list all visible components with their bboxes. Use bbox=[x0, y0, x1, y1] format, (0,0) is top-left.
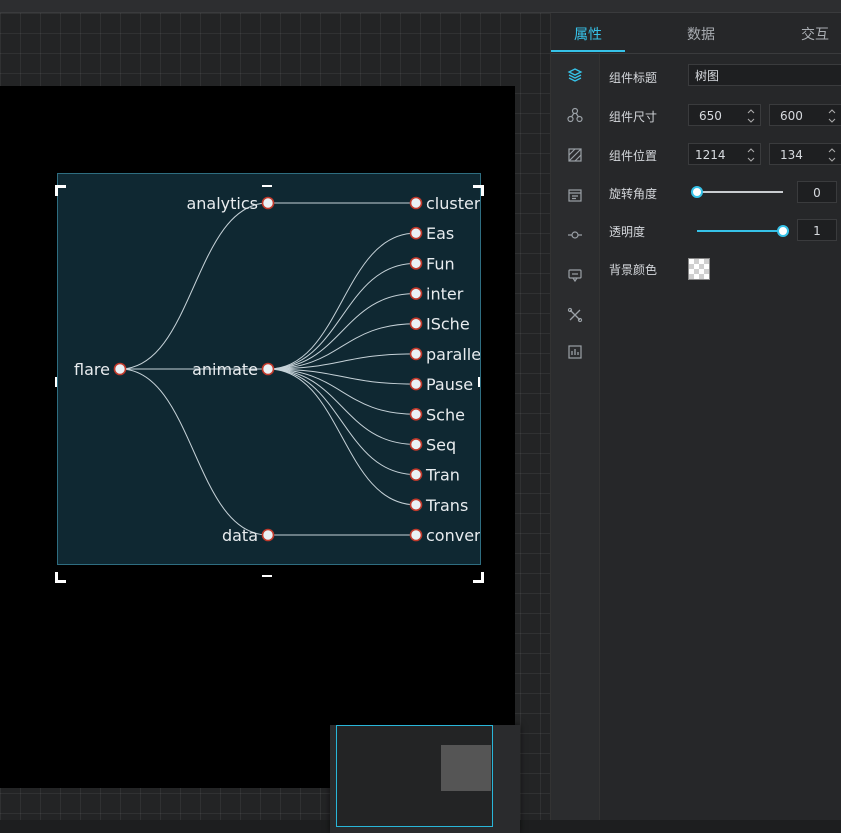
properties-panel: 属性 数据 交互 组件标题 树图 组件尺寸 650 600 组件位置 1214 … bbox=[550, 13, 841, 820]
resize-handle-right[interactable] bbox=[478, 377, 480, 387]
tree-branch-data-label: data bbox=[222, 526, 258, 545]
chart-icon[interactable] bbox=[567, 344, 583, 360]
tab-data[interactable]: 数据 bbox=[687, 24, 715, 44]
tools-icon[interactable] bbox=[567, 307, 583, 323]
tree-leaf-tran-node[interactable] bbox=[409, 468, 423, 481]
tree-leaf-sche-label: Sche bbox=[426, 405, 465, 424]
tree-leaf-parallel-node[interactable] bbox=[409, 347, 423, 361]
icon-rail bbox=[551, 54, 600, 820]
bg-color-label: 背景颜色 bbox=[609, 263, 658, 277]
link-animate-inter bbox=[267, 293, 417, 370]
tree-leaf-eas-node[interactable] bbox=[409, 226, 423, 240]
tree-leaf-seq-node[interactable] bbox=[409, 438, 423, 451]
tree-leaf-trans-node[interactable] bbox=[409, 498, 423, 512]
tree-leaf-ische-node[interactable] bbox=[409, 317, 423, 331]
rotation-input[interactable]: 0 bbox=[797, 181, 837, 203]
tree-leaf-sche-node[interactable] bbox=[409, 407, 423, 421]
tree-leaf-trans-label: Trans bbox=[425, 496, 468, 515]
tree-branch-animate-label: animate bbox=[192, 360, 258, 379]
tab-properties[interactable]: 属性 bbox=[574, 24, 602, 44]
tree-leaf-cluster-label: cluster bbox=[426, 194, 480, 213]
tree-leaf-pause-node[interactable] bbox=[409, 377, 423, 391]
width-input[interactable]: 650 bbox=[688, 104, 761, 126]
pos-x-spinner-icon[interactable] bbox=[746, 145, 756, 165]
canvas-workspace[interactable]: flare analytics animate data cluster Eas Fun in… bbox=[0, 13, 550, 833]
pos-x-value: 1214 bbox=[695, 148, 726, 162]
height-spinner-icon[interactable] bbox=[827, 106, 837, 126]
link-root-analytics bbox=[119, 202, 269, 370]
tree-leaf-inter-label: inter bbox=[426, 285, 464, 304]
title-input[interactable]: 树图 bbox=[688, 64, 841, 86]
link-animate-Trans bbox=[267, 368, 417, 506]
tree-leaf-conver-node[interactable] bbox=[409, 528, 423, 542]
height-input[interactable]: 600 bbox=[769, 104, 841, 126]
minimap-viewport[interactable] bbox=[336, 725, 493, 827]
tooltip-icon[interactable] bbox=[567, 267, 583, 283]
texture-icon[interactable] bbox=[567, 147, 583, 163]
resize-handle-bottom[interactable] bbox=[262, 575, 272, 577]
resize-handle-top-right[interactable] bbox=[473, 185, 484, 196]
link-animate-ISche bbox=[267, 323, 417, 370]
tree-leaf-inter-node[interactable] bbox=[409, 287, 423, 300]
tab-underline bbox=[551, 50, 625, 52]
tree-chart: flare analytics animate data cluster Eas Fun in… bbox=[74, 194, 480, 545]
tree-leaf-tran-label: Tran bbox=[425, 466, 460, 485]
pos-y-spinner-icon[interactable] bbox=[827, 145, 837, 165]
rotation-slider[interactable] bbox=[691, 186, 783, 198]
link-animate-Fun bbox=[267, 262, 417, 370]
link-animate-Tran bbox=[267, 368, 417, 476]
tree-leaf-conver-label: conver bbox=[426, 526, 480, 545]
tree-branch-analytics-node[interactable] bbox=[261, 196, 275, 210]
panel-tabs: 属性 数据 交互 bbox=[551, 13, 841, 54]
tab-interaction[interactable]: 交互 bbox=[801, 24, 829, 44]
calendar-icon[interactable] bbox=[567, 187, 583, 203]
nodes-icon[interactable] bbox=[567, 107, 583, 123]
minimap[interactable] bbox=[330, 725, 520, 833]
position-label: 组件位置 bbox=[609, 149, 658, 163]
title-label: 组件标题 bbox=[609, 71, 658, 85]
tree-leaf-fun-label: Fun bbox=[426, 254, 455, 273]
tree-leaf-pause-label: Pause bbox=[426, 375, 473, 394]
tree-branch-data-node[interactable] bbox=[261, 528, 275, 542]
width-spinner-icon[interactable] bbox=[746, 106, 756, 126]
size-label: 组件尺寸 bbox=[609, 110, 658, 124]
width-value: 650 bbox=[699, 109, 722, 123]
pos-y-input[interactable]: 134 bbox=[769, 143, 841, 165]
link-animate-Seq bbox=[267, 368, 417, 445]
resize-handle-bottom-left[interactable] bbox=[55, 572, 66, 583]
resize-handle-bottom-right[interactable] bbox=[473, 572, 484, 583]
resize-handle-top-left[interactable] bbox=[55, 185, 66, 196]
tree-leaf-eas-label: Eas bbox=[426, 224, 454, 243]
layers-icon[interactable] bbox=[567, 67, 583, 83]
tree-root-label: flare bbox=[74, 360, 110, 379]
minimap-component bbox=[441, 745, 491, 791]
opacity-slider-thumb[interactable] bbox=[777, 225, 789, 237]
rotation-slider-thumb[interactable] bbox=[691, 186, 703, 198]
pos-x-input[interactable]: 1214 bbox=[688, 143, 761, 165]
resize-handle-left[interactable] bbox=[55, 377, 57, 387]
tree-branch-analytics-label: analytics bbox=[186, 194, 258, 213]
tree-leaf-ische-label: ISche bbox=[426, 315, 470, 334]
rotation-label: 旋转角度 bbox=[609, 187, 658, 201]
tree-chart-widget[interactable]: flare analytics animate data cluster Eas Fun in… bbox=[57, 173, 481, 565]
bg-color-swatch[interactable] bbox=[688, 258, 710, 280]
opacity-input[interactable]: 1 bbox=[797, 219, 837, 241]
link-root-data bbox=[119, 368, 269, 536]
resize-handle-top[interactable] bbox=[262, 185, 272, 187]
tree-root-node[interactable] bbox=[113, 362, 127, 376]
tree-leaf-cluster-node[interactable] bbox=[409, 196, 423, 210]
tree-leaf-parallel-label: parallel bbox=[426, 345, 480, 364]
tree-leaf-fun-node[interactable] bbox=[409, 257, 423, 270]
opacity-slider[interactable] bbox=[697, 225, 789, 237]
opacity-label: 透明度 bbox=[609, 225, 646, 239]
top-toolbar bbox=[0, 0, 841, 13]
link-animate-Eas bbox=[267, 232, 417, 370]
link-animate-Sche bbox=[267, 368, 417, 415]
height-value: 600 bbox=[780, 109, 803, 123]
pos-y-value: 134 bbox=[780, 148, 803, 162]
axis-icon[interactable] bbox=[567, 227, 583, 243]
tree-leaf-seq-label: Seq bbox=[426, 435, 456, 454]
tree-branch-animate-node[interactable] bbox=[261, 362, 275, 376]
